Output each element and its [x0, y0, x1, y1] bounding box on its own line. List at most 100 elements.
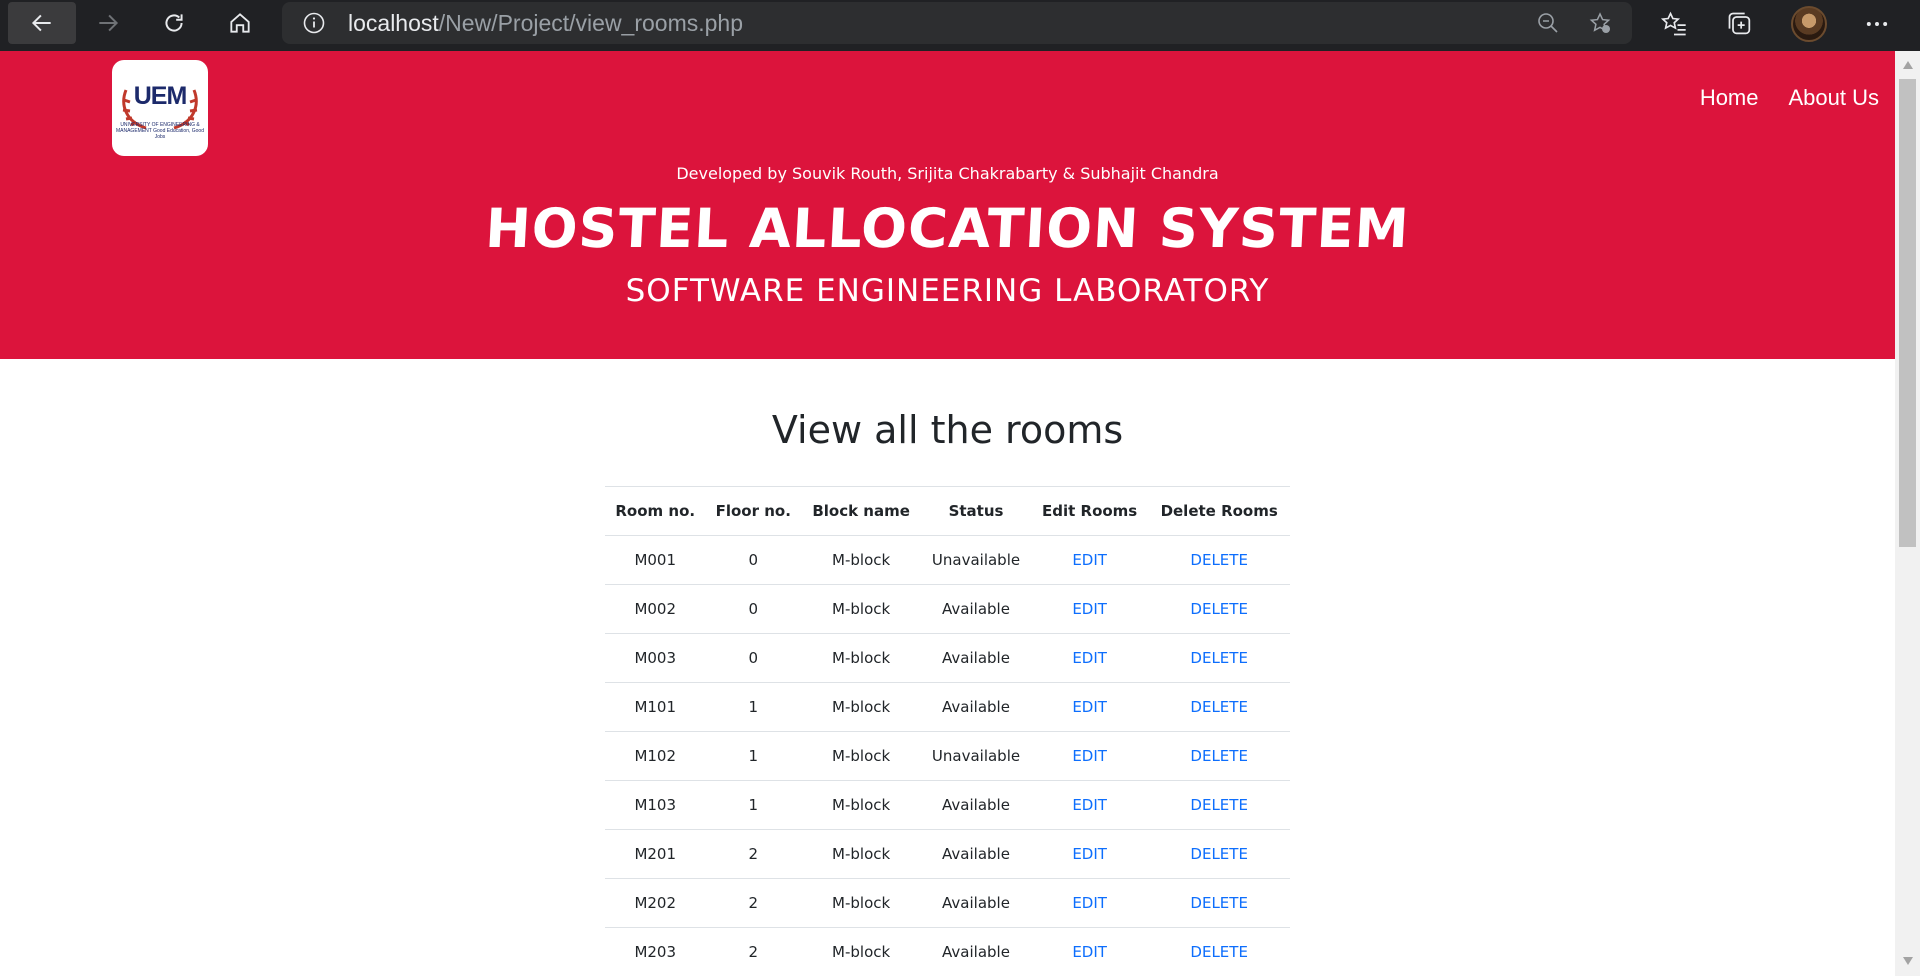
page-heading: View all the rooms	[771, 408, 1124, 452]
status-cell: Available	[921, 780, 1031, 830]
table-row: M203 2 M-block Available EDIT DELETE	[605, 927, 1290, 976]
delete-room-link[interactable]: DELETE	[1190, 796, 1248, 814]
status-cell: Available	[921, 584, 1031, 634]
edit-cell: EDIT	[1030, 535, 1149, 585]
site-subtitle: SOFTWARE ENGINEERING LABORATORY	[625, 273, 1270, 309]
delete-room-link[interactable]: DELETE	[1190, 551, 1248, 569]
edit-room-link[interactable]: EDIT	[1072, 551, 1107, 569]
delete-cell: DELETE	[1148, 731, 1290, 781]
forward-arrow-icon	[99, 14, 119, 32]
status-cell: Available	[921, 878, 1031, 928]
scroll-down-arrow-icon[interactable]	[1895, 951, 1920, 971]
rooms-table: Room no. Floor no. Block name Status Edi…	[605, 486, 1290, 976]
nav-about-link[interactable]: About Us	[1789, 85, 1880, 111]
edit-room-link[interactable]: EDIT	[1072, 698, 1107, 716]
edit-room-link[interactable]: EDIT	[1072, 845, 1107, 863]
edit-cell: EDIT	[1030, 927, 1149, 976]
delete-room-link[interactable]: DELETE	[1190, 845, 1248, 863]
delete-cell: DELETE	[1148, 535, 1290, 585]
floor-number-cell: 1	[705, 731, 802, 781]
column-header: Delete Rooms	[1148, 486, 1290, 536]
floor-number-cell: 2	[705, 878, 802, 928]
delete-room-link[interactable]: DELETE	[1190, 747, 1248, 765]
scrollbar-thumb[interactable]	[1899, 79, 1916, 547]
refresh-button[interactable]	[140, 2, 208, 44]
floor-number-cell: 0	[705, 584, 802, 634]
uem-logo[interactable]: UEM UNIVERSITY OF ENGINEERING & MANAGEME…	[112, 60, 208, 156]
delete-cell: DELETE	[1148, 584, 1290, 634]
vertical-scrollbar[interactable]	[1895, 51, 1920, 976]
block-name-cell: M-block	[801, 731, 922, 781]
status-cell: Available	[921, 829, 1031, 879]
developers-credit: Developed by Souvik Routh, Srijita Chakr…	[676, 164, 1219, 183]
room-number-cell: M002	[605, 584, 706, 634]
room-number-cell: M001	[605, 535, 706, 585]
address-bar[interactable]: localhost/New/Project/view_rooms.php	[282, 2, 1632, 44]
floor-number-cell: 0	[705, 535, 802, 585]
profile-avatar[interactable]	[1791, 6, 1827, 42]
block-name-cell: M-block	[801, 927, 922, 976]
table-row: M103 1 M-block Available EDIT DELETE	[605, 780, 1290, 830]
nav-home-link[interactable]: Home	[1700, 85, 1759, 111]
home-button[interactable]	[206, 2, 274, 44]
browser-toolbar: localhost/New/Project/view_rooms.php	[0, 0, 1920, 51]
forward-button[interactable]	[74, 2, 142, 44]
scroll-up-arrow-icon[interactable]	[1895, 55, 1920, 75]
column-header: Edit Rooms	[1030, 486, 1149, 536]
info-icon[interactable]	[302, 11, 326, 35]
table-row: M002 0 M-block Available EDIT DELETE	[605, 584, 1290, 634]
delete-cell: DELETE	[1148, 878, 1290, 928]
site-title: HOSTEL ALLOCATION SYSTEM	[483, 197, 1412, 260]
favorites-icon[interactable]	[1660, 10, 1688, 38]
delete-room-link[interactable]: DELETE	[1190, 894, 1248, 912]
edit-room-link[interactable]: EDIT	[1072, 649, 1107, 667]
column-header: Status	[921, 486, 1031, 536]
table-row: M202 2 M-block Available EDIT DELETE	[605, 878, 1290, 928]
block-name-cell: M-block	[801, 829, 922, 879]
status-cell: Available	[921, 927, 1031, 976]
site-header: UEM UNIVERSITY OF ENGINEERING & MANAGEME…	[0, 51, 1895, 359]
collections-icon[interactable]	[1726, 10, 1754, 38]
delete-room-link[interactable]: DELETE	[1190, 649, 1248, 667]
back-arrow-icon	[31, 14, 51, 32]
more-menu-icon[interactable]	[1863, 10, 1891, 38]
delete-room-link[interactable]: DELETE	[1190, 600, 1248, 618]
edit-room-link[interactable]: EDIT	[1072, 747, 1107, 765]
floor-number-cell: 2	[705, 829, 802, 879]
floor-number-cell: 0	[705, 633, 802, 683]
edit-room-link[interactable]: EDIT	[1072, 600, 1107, 618]
delete-room-link[interactable]: DELETE	[1190, 698, 1248, 716]
floor-number-cell: 2	[705, 927, 802, 976]
top-nav: Home About Us	[1700, 85, 1879, 111]
delete-cell: DELETE	[1148, 633, 1290, 683]
delete-cell: DELETE	[1148, 829, 1290, 879]
delete-room-link[interactable]: DELETE	[1190, 943, 1248, 961]
edit-room-link[interactable]: EDIT	[1072, 894, 1107, 912]
column-header: Block name	[801, 486, 922, 536]
status-cell: Unavailable	[921, 731, 1031, 781]
url-path: /New/Project/view_rooms.php	[438, 10, 744, 36]
block-name-cell: M-block	[801, 780, 922, 830]
status-cell: Available	[921, 633, 1031, 683]
room-number-cell: M203	[605, 927, 706, 976]
room-number-cell: M202	[605, 878, 706, 928]
block-name-cell: M-block	[801, 535, 922, 585]
refresh-icon	[165, 14, 183, 32]
room-number-cell: M101	[605, 682, 706, 732]
table-row: M003 0 M-block Available EDIT DELETE	[605, 633, 1290, 683]
back-button[interactable]	[8, 2, 76, 44]
edit-cell: EDIT	[1030, 878, 1149, 928]
table-row: M101 1 M-block Available EDIT DELETE	[605, 682, 1290, 732]
edit-cell: EDIT	[1030, 682, 1149, 732]
url-text[interactable]: localhost/New/Project/view_rooms.php	[348, 2, 743, 44]
delete-cell: DELETE	[1148, 927, 1290, 976]
block-name-cell: M-block	[801, 584, 922, 634]
edit-room-link[interactable]: EDIT	[1072, 943, 1107, 961]
block-name-cell: M-block	[801, 682, 922, 732]
room-number-cell: M003	[605, 633, 706, 683]
add-favorite-icon[interactable]	[1588, 11, 1612, 35]
zoom-out-icon[interactable]	[1536, 11, 1560, 35]
edit-cell: EDIT	[1030, 633, 1149, 683]
edit-room-link[interactable]: EDIT	[1072, 796, 1107, 814]
room-number-cell: M103	[605, 780, 706, 830]
